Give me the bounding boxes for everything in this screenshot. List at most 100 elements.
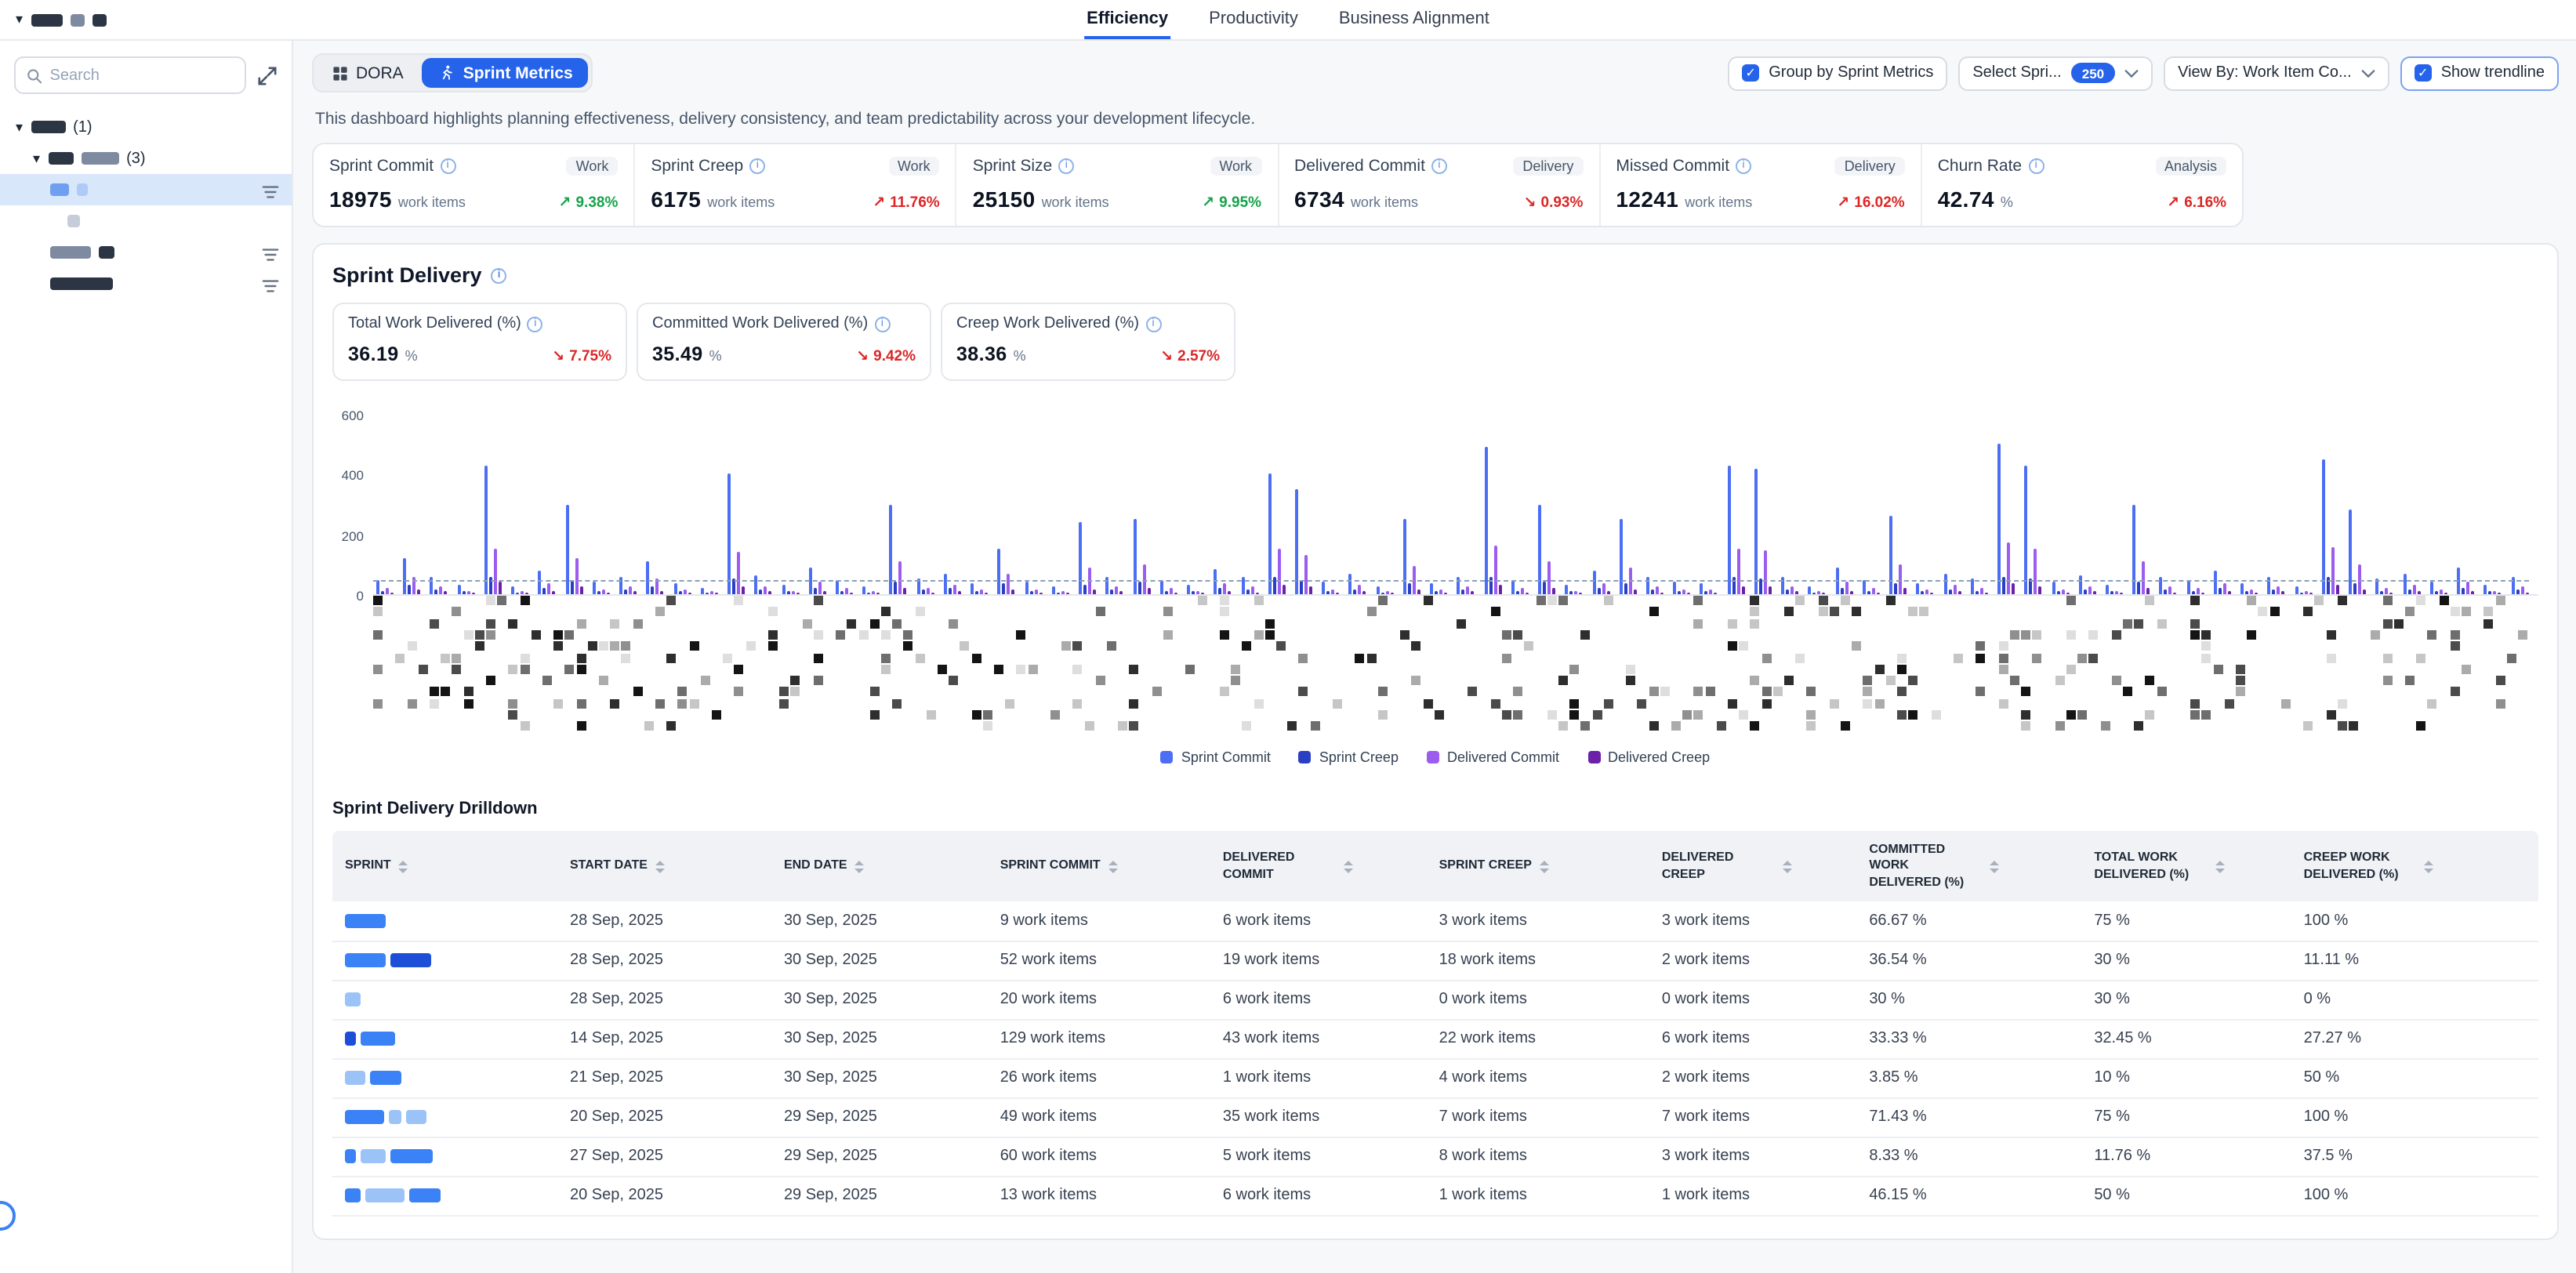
bar	[1093, 589, 1096, 594]
redacted-pixel	[768, 607, 778, 617]
sort-icon[interactable]	[1783, 860, 1792, 872]
search-icon	[27, 67, 42, 84]
info-icon[interactable]: i	[1058, 158, 1074, 174]
bar	[1106, 576, 1109, 594]
info-icon[interactable]: i	[1736, 158, 1751, 174]
bar	[1867, 590, 1870, 594]
checkbox-checked-icon: ✓	[2415, 64, 2432, 82]
sort-icon[interactable]	[2425, 860, 2434, 872]
kpi-head: Sprint CommitiWork	[329, 157, 618, 176]
redacted-pixel	[2326, 630, 2335, 640]
group-by-checkbox[interactable]: ✓ Group by Sprint Metrics	[1728, 56, 1947, 90]
dora-button[interactable]: DORA	[317, 58, 419, 88]
info-icon[interactable]: i	[440, 158, 455, 174]
delivery-stat-card: Creep Work Delivered (%)i38.36%↘2.57%	[941, 303, 1235, 381]
table-cell: 19 work items	[1210, 941, 1427, 980]
bar	[2299, 592, 2302, 594]
chevron-down-icon[interactable]: ▾	[33, 150, 40, 167]
column-header: SPRINT CREEP	[1427, 831, 1649, 901]
dashboard-toolbar: DORA Sprint Metrics ✓	[312, 53, 2559, 92]
bar-group	[1025, 582, 1042, 594]
chevron-down-icon: ▾	[16, 11, 23, 28]
legend-item-delivered-creep[interactable]: Delivered Creep	[1587, 749, 1710, 765]
legend-item-sprint-commit[interactable]: Sprint Commit	[1161, 749, 1271, 765]
table-cell: 22 work items	[1427, 1019, 1649, 1058]
redacted-pixel	[1423, 596, 1432, 605]
column-header-inner: SPRINT	[345, 858, 545, 875]
legend-item-delivered-commit[interactable]: Delivered Commit	[1427, 749, 1559, 765]
sort-icon[interactable]	[1108, 860, 1118, 872]
info-icon[interactable]: i	[749, 158, 765, 174]
bar	[1921, 592, 1925, 594]
redacted-pixel	[2462, 665, 2471, 674]
sprint-metrics-button[interactable]: Sprint Metrics	[423, 58, 589, 88]
redacted-pixel	[2349, 722, 2358, 731]
sort-icon[interactable]	[1344, 860, 1353, 872]
redacted-pixel	[1908, 710, 1917, 720]
app: ▾ Efficiency Productivity Business Alignme…	[0, 0, 2576, 1273]
sidebar-item[interactable]	[0, 237, 292, 268]
bar	[1849, 591, 1852, 594]
redacted-pixel	[2146, 676, 2155, 685]
bar	[876, 593, 880, 594]
tab-efficiency[interactable]: Efficiency	[1083, 0, 1171, 39]
redacted-pixel	[2236, 687, 2245, 697]
trend-value: 9.42%	[873, 348, 916, 365]
table-cell: 2 work items	[1649, 941, 1857, 980]
bar	[1597, 588, 1600, 594]
redacted-pixel	[1852, 641, 1861, 651]
info-icon[interactable]: i	[2028, 158, 2044, 174]
view-by-dropdown[interactable]: View By: Work Item Co...	[2164, 56, 2389, 90]
bar	[1917, 584, 1920, 594]
redacted-pixel	[1999, 641, 2008, 651]
table-cell: 52 work items	[988, 941, 1210, 980]
search-input[interactable]	[50, 67, 234, 84]
bar	[2386, 588, 2389, 594]
table-cell: 100 %	[2291, 901, 2538, 941]
sort-icon[interactable]	[855, 860, 865, 872]
redacted-pixel	[1999, 653, 2008, 662]
list-filter-icon[interactable]	[262, 180, 279, 209]
tab-productivity[interactable]: Productivity	[1206, 0, 1301, 39]
workspace-selector[interactable]: ▾	[16, 11, 106, 28]
bar	[985, 593, 988, 594]
redacted-sprint-name	[345, 1149, 545, 1163]
table-row: 28 Sep, 202530 Sep, 202552 work items19 …	[332, 941, 2538, 980]
sort-icon[interactable]	[655, 860, 665, 872]
redacted-pixel	[1649, 607, 1658, 617]
sidebar-item[interactable]	[0, 174, 292, 205]
redacted-pixel	[1671, 722, 1681, 731]
list-filter-icon[interactable]	[262, 243, 279, 271]
info-icon[interactable]: i	[874, 316, 890, 332]
info-icon[interactable]: i	[1431, 158, 1447, 174]
column-header: START DATE	[557, 831, 771, 901]
expand-sidebar-icon[interactable]	[257, 65, 278, 85]
bar	[570, 581, 573, 594]
search-input-wrap[interactable]	[14, 56, 246, 94]
sidebar-item[interactable]: ▾(1)	[0, 111, 292, 143]
sort-icon[interactable]	[1540, 860, 1549, 872]
sidebar-item[interactable]: ▾(3)	[0, 143, 292, 174]
sidebar-item[interactable]	[0, 205, 292, 237]
list-filter-icon[interactable]	[262, 274, 279, 303]
table-cell: 75 %	[2081, 901, 2291, 941]
select-sprints-dropdown[interactable]: Select Spri... 250	[1958, 56, 2153, 90]
table-cell: 71.43 %	[1856, 1097, 2081, 1137]
info-icon[interactable]: i	[528, 316, 543, 332]
chevron-down-icon[interactable]: ▾	[16, 118, 23, 136]
redacted-block	[370, 1071, 401, 1085]
show-trendline-checkbox[interactable]: ✓ Show trendline	[2400, 56, 2559, 90]
sort-icon[interactable]	[399, 860, 408, 872]
info-icon[interactable]: i	[492, 267, 507, 283]
tab-business-alignment[interactable]: Business Alignment	[1336, 0, 1493, 39]
bar	[894, 582, 898, 594]
sort-icon[interactable]	[1990, 860, 1999, 872]
legend-item-sprint-creep[interactable]: Sprint Creep	[1299, 749, 1399, 765]
bar	[2142, 561, 2145, 594]
kpi-unit: work items	[707, 194, 775, 210]
redacted-pixel	[2428, 630, 2437, 640]
redacted-sprint-name	[345, 1071, 545, 1085]
sidebar-item[interactable]	[0, 268, 292, 299]
info-icon[interactable]: i	[1145, 316, 1161, 332]
sort-icon[interactable]	[2215, 860, 2224, 872]
